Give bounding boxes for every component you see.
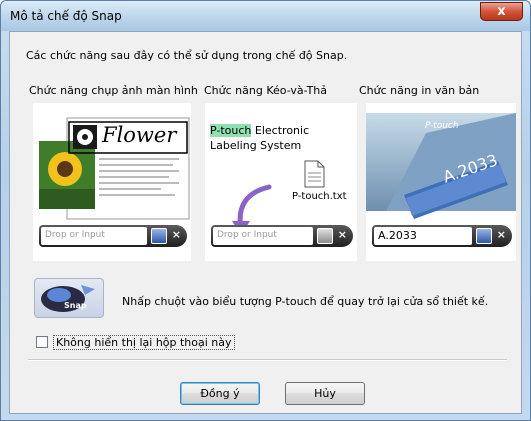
- snap-icon-label: Snap: [64, 301, 87, 310]
- separator: [28, 359, 507, 361]
- drag-drop-preview: P-touch Electronic Labeling System P-tou…: [205, 103, 357, 261]
- snap-mode-dialog: Mô tả chế độ Snap x Các chức năng sau đâ…: [0, 0, 531, 421]
- close-button[interactable]: x: [480, 2, 523, 21]
- return-note: Nhấp chuột vào biểu tượng P-touch để qua…: [122, 295, 489, 308]
- snap-text-bar: A.2033 ×: [372, 225, 512, 247]
- snap-drop-bar: Drop or Input ×: [211, 225, 353, 247]
- snap-badge-graphic: [41, 285, 95, 312]
- screen-capture-preview: Flower Drop or Input ×: [33, 103, 191, 261]
- tape-brand-text: P-touch: [425, 121, 459, 131]
- title-bar: Mô tả chế độ Snap x: [1, 1, 530, 31]
- ok-button[interactable]: Đồng ý: [180, 382, 260, 405]
- drag-drop-title: Chức năng Kéo-và-Thả: [204, 84, 328, 97]
- window-title: Mô tả chế độ Snap: [10, 9, 122, 23]
- drop-input-field[interactable]: Drop or Input: [213, 227, 313, 245]
- text-input-field[interactable]: A.2033: [374, 227, 472, 245]
- drop-input-field[interactable]: Drop or Input: [41, 227, 147, 245]
- capture-button[interactable]: [151, 228, 167, 244]
- snap-drop-bar: Drop or Input ×: [39, 225, 187, 247]
- cancel-button[interactable]: Hủy: [285, 382, 365, 405]
- close-icon[interactable]: ×: [338, 228, 347, 241]
- text-print-title: Chức năng in văn bản: [359, 84, 480, 97]
- screen-capture-title: Chức năng chụp ảnh màn hình: [29, 84, 198, 97]
- dont-show-again-checkbox[interactable]: [36, 336, 48, 348]
- dont-show-again-label[interactable]: Không hiển thị lại hộp thoại này: [53, 335, 235, 350]
- text-file-name: P-touch.txt: [292, 191, 347, 202]
- close-icon[interactable]: ×: [172, 228, 181, 241]
- snap-icon[interactable]: Snap: [34, 278, 104, 318]
- text-print-preview: P-touch A.2033 A.2033 ×: [366, 103, 516, 261]
- drop-target-button[interactable]: [317, 228, 333, 244]
- close-icon[interactable]: ×: [497, 228, 506, 241]
- dialog-body: Các chức năng sau đây có thể sử dụng tro…: [9, 31, 522, 414]
- flower-logo-text: Flower: [102, 123, 177, 147]
- print-button[interactable]: [476, 228, 492, 244]
- intro-text: Các chức năng sau đây có thể sử dụng tro…: [26, 49, 348, 62]
